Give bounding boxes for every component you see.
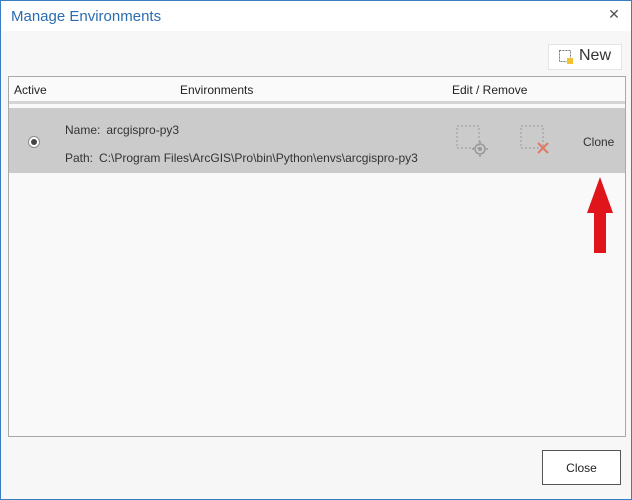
new-button-label: New xyxy=(579,47,612,64)
new-environment-icon xyxy=(559,50,573,64)
table-row[interactable]: Name: arcgispro-py3 Path: C:\Program Files… xyxy=(9,108,625,173)
environment-path: Path: C:\Program Files\ArcGIS\Pro\bin\Pyt… xyxy=(65,151,418,165)
path-key: Path: xyxy=(65,151,94,165)
new-environment-button[interactable]: New xyxy=(548,44,622,70)
radio-selected-dot xyxy=(31,139,37,145)
edit-settings-icon[interactable] xyxy=(456,125,490,159)
name-value: arcgispro-py3 xyxy=(106,123,180,137)
column-header-environments[interactable]: Environments xyxy=(180,83,253,97)
manage-environments-dialog: Manage Environments ✕ New Active Environ… xyxy=(0,0,632,500)
name-key: Name: xyxy=(65,123,101,137)
active-radio[interactable] xyxy=(28,136,40,148)
path-value: C:\Program Files\ArcGIS\Pro\bin\Python\e… xyxy=(99,151,418,165)
title-bar: Manage Environments ✕ xyxy=(1,1,631,31)
clone-button[interactable]: Clone xyxy=(583,135,614,149)
table-header: Active Environments Edit / Remove xyxy=(9,77,625,104)
environments-table: Active Environments Edit / Remove Name: a… xyxy=(8,76,626,437)
red-up-arrow xyxy=(587,177,613,253)
close-icon[interactable]: ✕ xyxy=(607,7,621,21)
dialog-title: Manage Environments xyxy=(11,8,162,25)
environment-name: Name: arcgispro-py3 xyxy=(65,123,179,137)
column-header-active[interactable]: Active xyxy=(14,83,47,97)
close-button-label: Close xyxy=(566,461,597,475)
remove-icon[interactable] xyxy=(520,125,554,159)
close-button[interactable]: Close xyxy=(542,450,621,485)
column-header-edit-remove[interactable]: Edit / Remove xyxy=(452,83,527,97)
